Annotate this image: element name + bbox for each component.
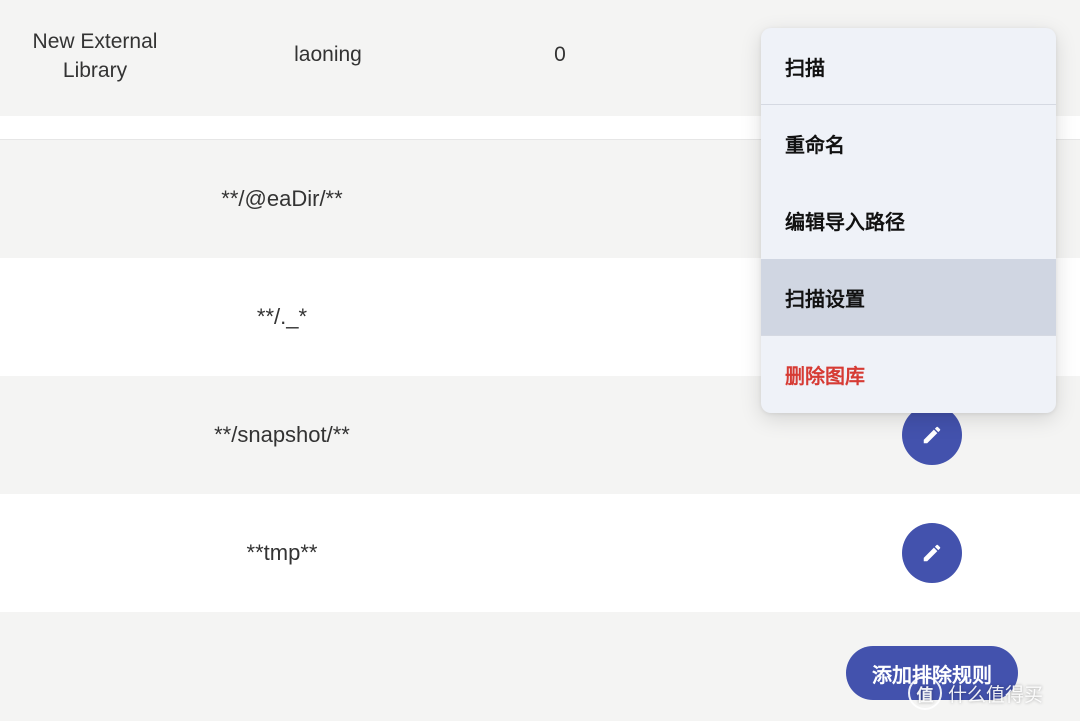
menu-item-scan[interactable]: 扫描 (761, 28, 1056, 105)
pencil-icon (923, 544, 941, 562)
watermark-logo-icon: 值 (908, 676, 942, 710)
library-asset-count: 0 (554, 43, 566, 66)
library-name: New External Library (32, 30, 158, 82)
watermark: 值 什么值得买 (908, 676, 1043, 710)
exclusion-rule-pattern: **/@eaDir/** (221, 186, 343, 211)
menu-item-rename[interactable]: 重命名 (761, 105, 1056, 182)
exclusion-rule-row: **tmp** (0, 494, 1080, 612)
pencil-icon (923, 426, 941, 444)
watermark-text: 什么值得买 (948, 683, 1044, 706)
menu-item-delete-library[interactable]: 删除图库 (761, 336, 1056, 413)
edit-rule-button[interactable] (902, 405, 962, 465)
library-context-menu: 扫描 重命名 编辑导入路径 扫描设置 删除图库 (761, 28, 1056, 413)
exclusion-rule-pattern: **/._* (256, 304, 308, 329)
menu-item-edit-import-paths[interactable]: 编辑导入路径 (761, 182, 1056, 259)
edit-rule-button[interactable] (902, 523, 962, 583)
exclusion-rule-pattern: **/snapshot/** (214, 422, 350, 447)
menu-item-scan-settings[interactable]: 扫描设置 (761, 259, 1056, 336)
library-owner: laoning (294, 43, 362, 66)
exclusion-rule-pattern: **tmp** (246, 540, 318, 565)
